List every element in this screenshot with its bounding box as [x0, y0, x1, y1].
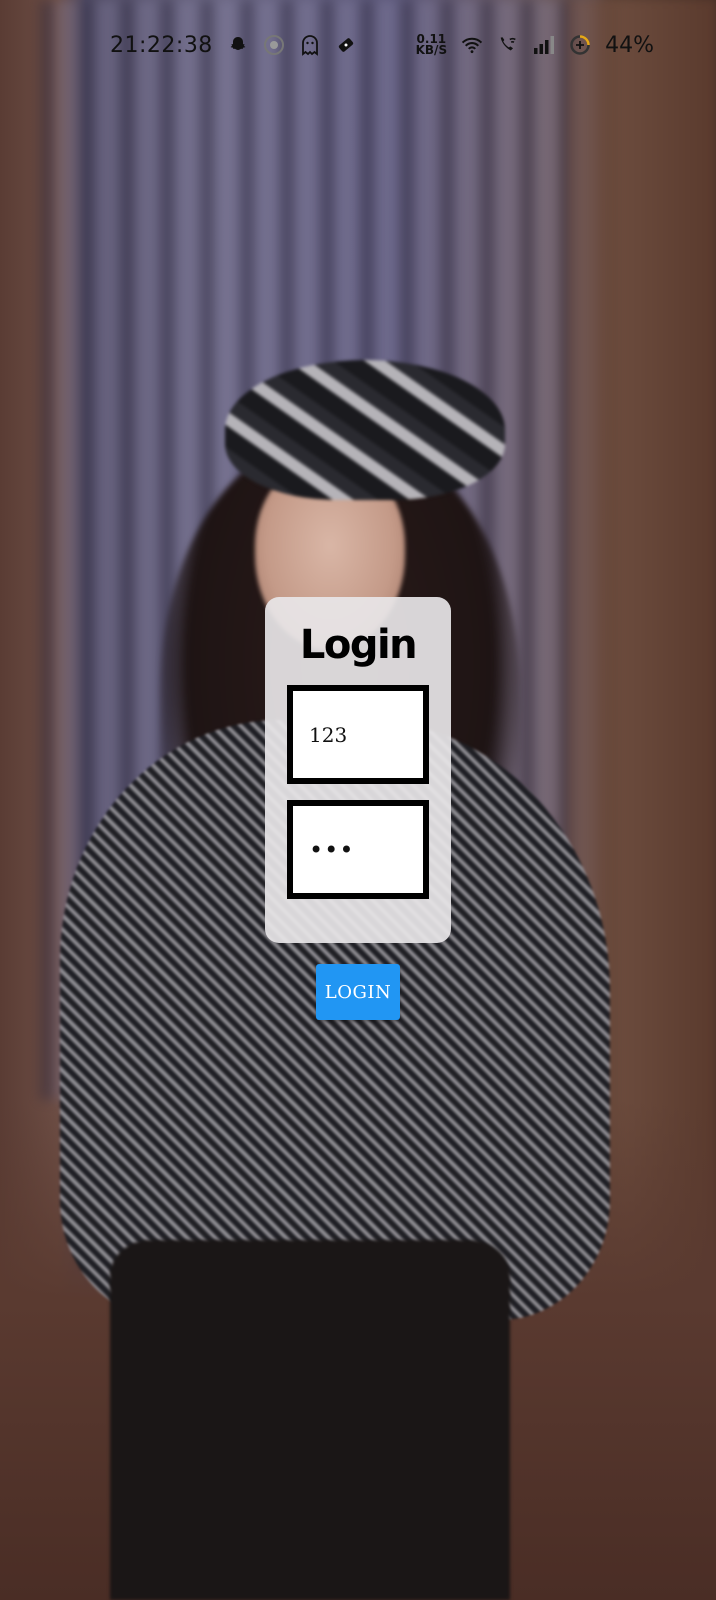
network-speed-unit: KB/S — [415, 43, 448, 57]
battery-icon — [569, 34, 591, 56]
signal-icon — [533, 34, 555, 56]
app-screen: 21:22:38 0.11 KB/S 44% Login 123 ••• LOG… — [0, 0, 716, 1600]
snapchat-icon — [227, 34, 249, 56]
person-hat — [225, 360, 505, 500]
status-bar-left: 21:22:38 — [110, 33, 357, 58]
status-time: 21:22:38 — [110, 32, 213, 58]
password-input[interactable] — [287, 800, 429, 899]
status-bar: 21:22:38 0.11 KB/S 44% — [0, 0, 716, 90]
network-speed: 0.11 KB/S — [415, 33, 448, 57]
status-bar-right: 0.11 KB/S 44% — [416, 33, 654, 58]
ghost-icon — [299, 34, 321, 56]
login-card: Login — [265, 597, 451, 943]
username-input[interactable] — [287, 685, 429, 784]
ticket-icon — [335, 34, 357, 56]
login-title: Login — [299, 622, 418, 668]
person-pants — [110, 1240, 510, 1600]
battery-percent: 44% — [605, 32, 654, 58]
wifi-call-icon — [497, 34, 519, 56]
wifi-icon — [461, 34, 483, 56]
circle-app-icon — [263, 34, 285, 56]
login-button[interactable]: LOGIN — [316, 964, 400, 1020]
